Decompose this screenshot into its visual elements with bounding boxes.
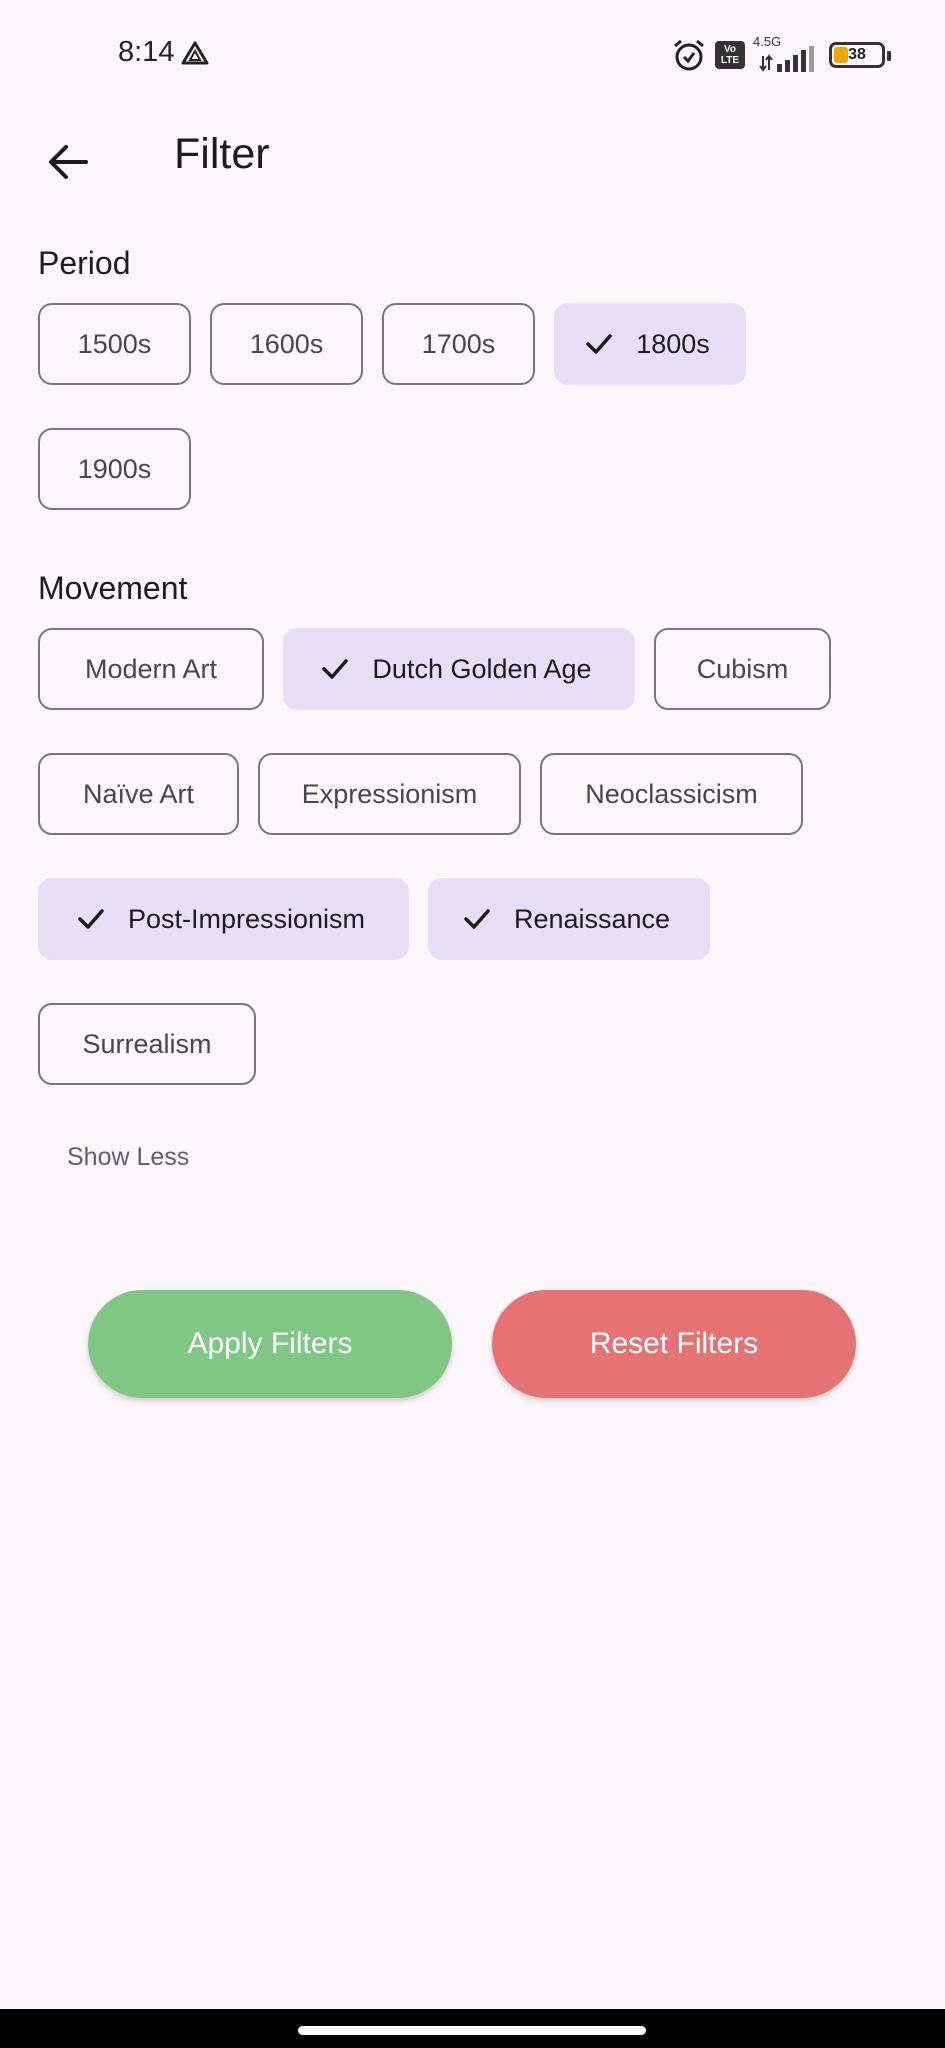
chip-label: 1800s xyxy=(636,328,710,359)
chip-movement-modern-art[interactable]: Modern Art xyxy=(38,628,264,710)
chip-movement-surrealism[interactable]: Surrealism xyxy=(38,1003,256,1085)
chip-movement-dutch-golden-age[interactable]: Dutch Golden Age xyxy=(283,628,635,710)
chip-label: Renaissance xyxy=(513,903,671,934)
battery-icon: 38 xyxy=(829,42,891,68)
home-indicator[interactable] xyxy=(298,2026,646,2035)
chip-period-1900s[interactable]: 1900s xyxy=(38,428,191,510)
chip-period-1500s[interactable]: 1500s xyxy=(38,303,191,385)
filter-screen: 8:14 Vo LTE 4.5G 38 Filter Period 1500s … xyxy=(0,0,945,2048)
chip-label: Neoclassicism xyxy=(585,778,758,809)
show-less-button[interactable]: Show Less xyxy=(67,1143,189,1172)
status-time: 8:14 xyxy=(118,36,175,68)
check-icon xyxy=(322,659,349,679)
chip-label: Modern Art xyxy=(84,653,218,684)
chip-label: Expressionism xyxy=(301,778,478,809)
chip-label: 1500s xyxy=(77,328,152,359)
check-icon xyxy=(78,909,104,929)
chip-movement-neoclassicism[interactable]: Neoclassicism xyxy=(540,753,803,835)
arrow-left-icon xyxy=(49,145,88,179)
system-nav-bar xyxy=(0,2009,945,2048)
chip-period-1700s[interactable]: 1700s xyxy=(382,303,535,385)
page-title: Filter xyxy=(174,130,270,178)
chip-label: 1700s xyxy=(421,328,496,359)
chip-movement-cubism[interactable]: Cubism xyxy=(654,628,831,710)
alarm-icon xyxy=(674,39,704,71)
chip-movement-expressionism[interactable]: Expressionism xyxy=(258,753,521,835)
chip-label: 1900s xyxy=(77,453,152,484)
chip-label: Cubism xyxy=(696,653,789,684)
check-icon xyxy=(464,909,490,929)
status-icons: Vo LTE 4.5G 38 xyxy=(671,34,891,74)
chip-period-1600s[interactable]: 1600s xyxy=(210,303,363,385)
chip-label: Surrealism xyxy=(82,1028,212,1059)
status-bar: 8:14 Vo LTE 4.5G 38 xyxy=(0,0,945,110)
period-heading: Period xyxy=(38,245,131,281)
movement-heading: Movement xyxy=(38,570,188,606)
app-bar: Filter xyxy=(0,110,945,240)
battery-level: 38 xyxy=(848,46,866,63)
network-indicator: 4.5G xyxy=(753,34,815,72)
chip-period-1800s[interactable]: 1800s xyxy=(554,303,746,385)
reset-filters-label: Reset Filters xyxy=(589,1327,759,1360)
back-button[interactable] xyxy=(30,124,106,200)
chip-label: Post-Impressionism xyxy=(127,903,366,934)
chip-label: Naïve Art xyxy=(82,778,195,809)
signal-icon xyxy=(759,46,814,72)
check-icon xyxy=(586,334,612,354)
chip-movement-post-impressionism[interactable]: Post-Impressionism xyxy=(38,878,409,960)
apply-filters-button[interactable]: Apply Filters xyxy=(88,1290,452,1398)
chip-label: Dutch Golden Age xyxy=(372,653,592,684)
reset-filters-button[interactable]: Reset Filters xyxy=(492,1290,856,1398)
chip-movement-naive-art[interactable]: Naïve Art xyxy=(38,753,239,835)
apply-filters-label: Apply Filters xyxy=(187,1327,353,1360)
chip-label: 1600s xyxy=(249,328,324,359)
chip-movement-renaissance[interactable]: Renaissance xyxy=(428,878,710,960)
volte-icon: Vo LTE xyxy=(715,41,745,69)
drive-icon xyxy=(181,41,209,65)
